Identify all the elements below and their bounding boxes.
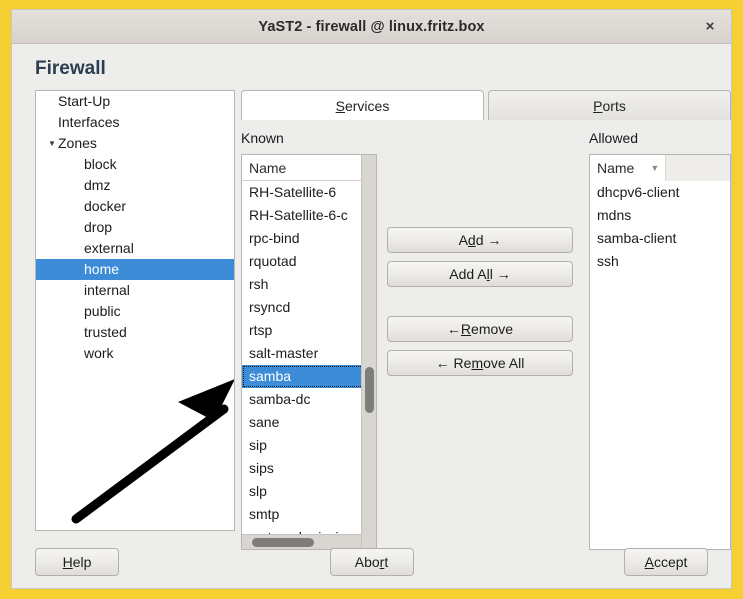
known-vertical-scroll-thumb[interactable] — [365, 367, 374, 413]
sidebar-item-block[interactable]: block — [36, 154, 234, 175]
sidebar-item-label: Zones — [58, 135, 97, 151]
list-item[interactable]: slp — [242, 480, 376, 503]
known-services-column: Known Name RH-Satellite-6 RH-Satellite-6-… — [241, 130, 377, 550]
sidebar-item-start-up[interactable]: Start-Up — [36, 91, 234, 112]
list-item[interactable]: sips — [242, 457, 376, 480]
window-title: YaST2 - firewall @ linux.fritz.box — [258, 18, 485, 35]
allowed-column-header-label: Name — [597, 159, 635, 176]
list-item[interactable]: rquotad — [242, 250, 376, 273]
allowed-items: dhcpv6-client mdns samba-client ssh — [590, 181, 730, 549]
tree-item-list: Start-Up Interfaces ▼ Zones block dmz docker dr… — [36, 91, 234, 364]
sidebar-item-dmz[interactable]: dmz — [36, 175, 234, 196]
sidebar-item-work[interactable]: work — [36, 343, 234, 364]
transfer-buttons: Add → Add All → ← Remove ← Re m ove All — [377, 130, 583, 550]
known-vertical-scrollbar[interactable] — [361, 155, 376, 549]
tab-ports[interactable]: Ports — [488, 90, 731, 120]
add-all-button[interactable]: Add All → — [387, 261, 573, 287]
page-title: Firewall — [35, 58, 106, 79]
remove-all-button[interactable]: ← Re m ove All — [387, 350, 573, 376]
tab-label: Services — [335, 97, 390, 114]
known-label: Known — [241, 130, 284, 146]
sidebar-item-label: Interfaces — [58, 114, 120, 130]
sidebar-item-trusted[interactable]: trusted — [36, 322, 234, 343]
list-item[interactable]: smtp — [242, 503, 376, 526]
abort-button[interactable]: Abo r t — [329, 548, 414, 576]
sidebar-item-public[interactable]: public — [36, 301, 234, 322]
list-item[interactable]: samba-client — [590, 227, 730, 250]
known-column-header[interactable]: Name — [242, 155, 376, 181]
right-panel: Services Ports Known Name RH-Satellite-6 R… — [241, 90, 731, 550]
yast-window: YaST2 - firewall @ linux.fritz.box × Fir… — [12, 10, 731, 588]
list-item[interactable]: rsyncd — [242, 296, 376, 319]
tab-bar: Services Ports — [241, 90, 731, 120]
remove-button[interactable]: ← Remove — [387, 316, 573, 342]
close-icon[interactable]: × — [699, 16, 721, 38]
sidebar-item-label: external — [84, 240, 134, 256]
list-item[interactable]: sane — [242, 411, 376, 434]
list-item[interactable]: samba-dc — [242, 388, 376, 411]
sidebar-item-external[interactable]: external — [36, 238, 234, 259]
footer-bar: Help Abo r t Accept — [26, 536, 717, 588]
sidebar-item-label: home — [84, 261, 120, 277]
allowed-services-listbox[interactable]: Name ▼ dhcpv6-client mdns samba-client ssh — [589, 154, 731, 550]
list-item[interactable]: rtsp — [242, 319, 376, 342]
list-item[interactable]: salt-master — [242, 342, 376, 365]
chevron-down-icon[interactable]: ▼ — [46, 133, 58, 154]
list-item[interactable]: samba — [242, 365, 376, 388]
sidebar-item-label: drop — [84, 219, 113, 235]
accept-button[interactable]: Accept — [624, 548, 708, 576]
sidebar-item-zones[interactable]: ▼ Zones — [36, 133, 234, 154]
sidebar-item-docker[interactable]: docker — [36, 196, 234, 217]
sort-descending-icon[interactable]: ▼ — [650, 163, 659, 173]
list-item[interactable]: RH-Satellite-6 — [242, 181, 376, 204]
navigation-tree[interactable]: Start-Up Interfaces ▼ Zones block dmz docker dr… — [35, 90, 235, 531]
list-item[interactable]: rsh — [242, 273, 376, 296]
known-services-listbox[interactable]: Name RH-Satellite-6 RH-Satellite-6-c rpc-b… — [241, 154, 377, 550]
services-tab-panel: Known Name RH-Satellite-6 RH-Satellite-6-… — [241, 120, 731, 550]
main-area: Start-Up Interfaces ▼ Zones block dmz docker dr… — [26, 90, 731, 550]
sidebar-item-label: public — [84, 303, 121, 319]
sidebar-item-drop[interactable]: drop — [36, 217, 234, 238]
allowed-column-header-cell[interactable]: Name ▼ — [590, 155, 667, 181]
list-item[interactable]: ssh — [590, 250, 730, 273]
sidebar-item-internal[interactable]: internal — [36, 280, 234, 301]
list-item[interactable]: sip — [242, 434, 376, 457]
list-item[interactable]: RH-Satellite-6-c — [242, 204, 376, 227]
tab-label: Ports — [593, 97, 626, 114]
allowed-header-filler — [666, 155, 730, 181]
known-column-header-label: Name — [249, 159, 287, 176]
tab-services[interactable]: Services — [241, 90, 484, 120]
sidebar-item-label: block — [84, 156, 117, 172]
sidebar-item-label: trusted — [84, 324, 127, 340]
sidebar-item-label: docker — [84, 198, 127, 214]
add-button[interactable]: Add → — [387, 227, 573, 253]
list-item[interactable]: dhcpv6-client — [590, 181, 730, 204]
title-bar: YaST2 - firewall @ linux.fritz.box × — [12, 10, 731, 44]
window-content: Firewall Start-Up Interfaces ▼ Zones block dm… — [12, 44, 731, 588]
allowed-services-column: Allowed Name ▼ dhcpv6-client mdns samba-cl… — [589, 130, 731, 550]
sidebar-item-interfaces[interactable]: Interfaces — [36, 112, 234, 133]
allowed-column-header[interactable]: Name ▼ — [590, 155, 730, 181]
list-item[interactable]: mdns — [590, 204, 730, 227]
sidebar-item-label: internal — [84, 282, 130, 298]
sidebar-item-label: Start-Up — [58, 93, 111, 109]
sidebar-item-home[interactable]: home — [36, 259, 234, 280]
list-item[interactable]: rpc-bind — [242, 227, 376, 250]
help-button[interactable]: Help — [35, 548, 119, 576]
known-items: RH-Satellite-6 RH-Satellite-6-c rpc-bind rq… — [242, 181, 376, 549]
sidebar-item-label: dmz — [84, 177, 111, 193]
sidebar-item-label: work — [84, 345, 114, 361]
allowed-label: Allowed — [589, 130, 639, 146]
